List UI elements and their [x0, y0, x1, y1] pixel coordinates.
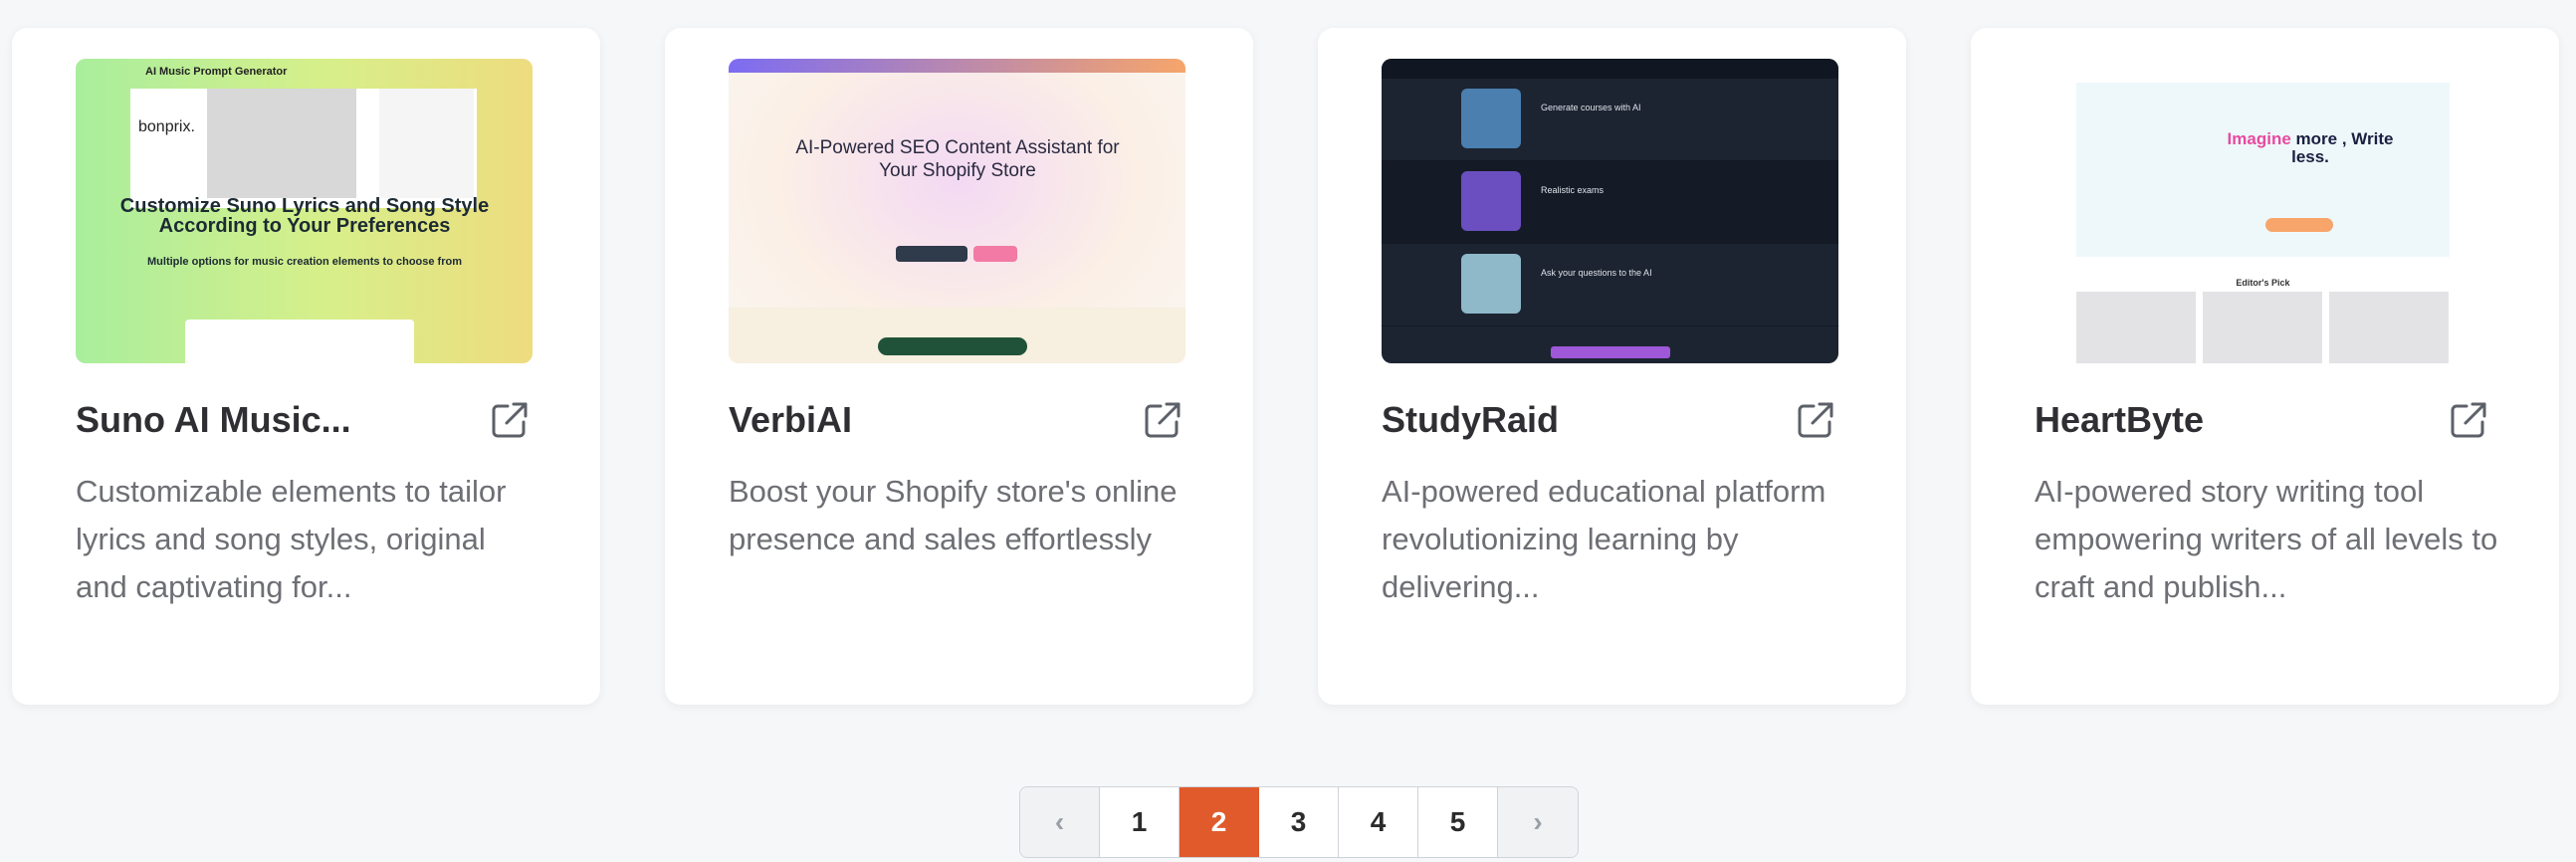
screenshot-headline: Customize Suno Lyrics and Song Style Acc… — [119, 195, 490, 237]
screenshot-feature-row: Realistic exams — [1382, 161, 1838, 244]
screenshot-headline: Imagine more , Write less. — [2227, 129, 2394, 166]
screenshot-feature-row: Generate courses with AI — [1382, 79, 1838, 161]
tool-card[interactable]: AI Music Prompt Generator bonprix. Custo… — [12, 28, 600, 705]
pagination: ‹ 1 2 3 4 5 › — [1019, 786, 1579, 858]
screenshot-cta-primary — [896, 246, 967, 262]
card-description: Customizable elements to tailor lyrics a… — [76, 474, 507, 604]
screenshot-tile — [2076, 292, 2196, 363]
screenshot-photo-banner: bonprix. — [130, 89, 477, 208]
card-screenshot[interactable]: Generate courses with AI Realistic exams… — [1382, 59, 1838, 363]
tool-card[interactable]: Imagine more , Write less. Editor's Pick… — [1971, 28, 2559, 705]
card-description: Boost your Shopify store's online presen… — [729, 474, 1178, 556]
screenshot-tile — [2329, 292, 2449, 363]
screenshot-cta — [2265, 218, 2333, 232]
screenshot-headline: AI-Powered SEO Content Assistant for You… — [795, 137, 1120, 181]
card-description: AI-powered story writing tool empowering… — [2035, 474, 2498, 604]
feature-icon — [1461, 254, 1521, 314]
card-title[interactable]: HeartByte — [2035, 399, 2393, 441]
feature-label: Ask your questions to the AI — [1541, 268, 1652, 278]
screenshot-subline: Multiple options for music creation elem… — [147, 256, 462, 268]
feature-label: Generate courses with AI — [1541, 103, 1641, 112]
card-description: AI-powered educational platform revoluti… — [1382, 474, 1826, 604]
card-screenshot[interactable]: Imagine more , Write less. Editor's Pick — [2035, 59, 2491, 363]
feature-icon — [1461, 89, 1521, 148]
tool-card[interactable]: AI-Powered SEO Content Assistant for You… — [665, 28, 1253, 705]
screenshot-cta-secondary — [973, 246, 1017, 262]
screenshot-chip — [878, 337, 1027, 355]
pagination-page-2[interactable]: 2 — [1180, 787, 1259, 857]
tool-card[interactable]: Generate courses with AI Realistic exams… — [1318, 28, 1906, 705]
screenshot-topbar: AI Music Prompt Generator — [76, 59, 533, 87]
external-link-icon[interactable] — [488, 398, 532, 442]
screenshot-section-title: Editor's Pick — [2236, 278, 2290, 288]
card-title[interactable]: StudyRaid — [1382, 399, 1740, 441]
pagination-page-3[interactable]: 3 — [1259, 787, 1339, 857]
screenshot-announcement-bar — [729, 59, 1185, 73]
feature-label: Realistic exams — [1541, 185, 1605, 195]
screenshot-topbar — [1382, 59, 1838, 79]
pagination-page-5[interactable]: 5 — [1418, 787, 1498, 857]
card-title[interactable]: Suno AI Music... — [76, 399, 434, 441]
feature-icon — [1461, 171, 1521, 231]
pagination-prev-button[interactable]: ‹ — [1020, 787, 1100, 857]
external-link-icon[interactable] — [1794, 398, 1837, 442]
screenshot-brand: bonprix. — [138, 118, 195, 135]
card-title[interactable]: VerbiAI — [729, 399, 1087, 441]
screenshot-cta — [1551, 346, 1670, 358]
screenshot-feature-row: Ask your questions to the AI — [1382, 244, 1838, 326]
tool-card-grid: AI Music Prompt Generator bonprix. Custo… — [12, 28, 2572, 705]
screenshot-tile — [2203, 292, 2322, 363]
screenshot-form — [185, 320, 414, 363]
pagination-page-4[interactable]: 4 — [1339, 787, 1418, 857]
external-link-icon[interactable] — [2447, 398, 2490, 442]
screenshot-topbar-title: AI Music Prompt Generator — [145, 66, 288, 78]
card-screenshot[interactable]: AI-Powered SEO Content Assistant for You… — [729, 59, 1185, 363]
external-link-icon[interactable] — [1141, 398, 1184, 442]
pagination-next-button[interactable]: › — [1498, 787, 1578, 857]
card-screenshot[interactable]: AI Music Prompt Generator bonprix. Custo… — [76, 59, 533, 363]
screenshot-hero: Imagine more , Write less. — [2076, 83, 2450, 257]
pagination-page-1[interactable]: 1 — [1100, 787, 1180, 857]
